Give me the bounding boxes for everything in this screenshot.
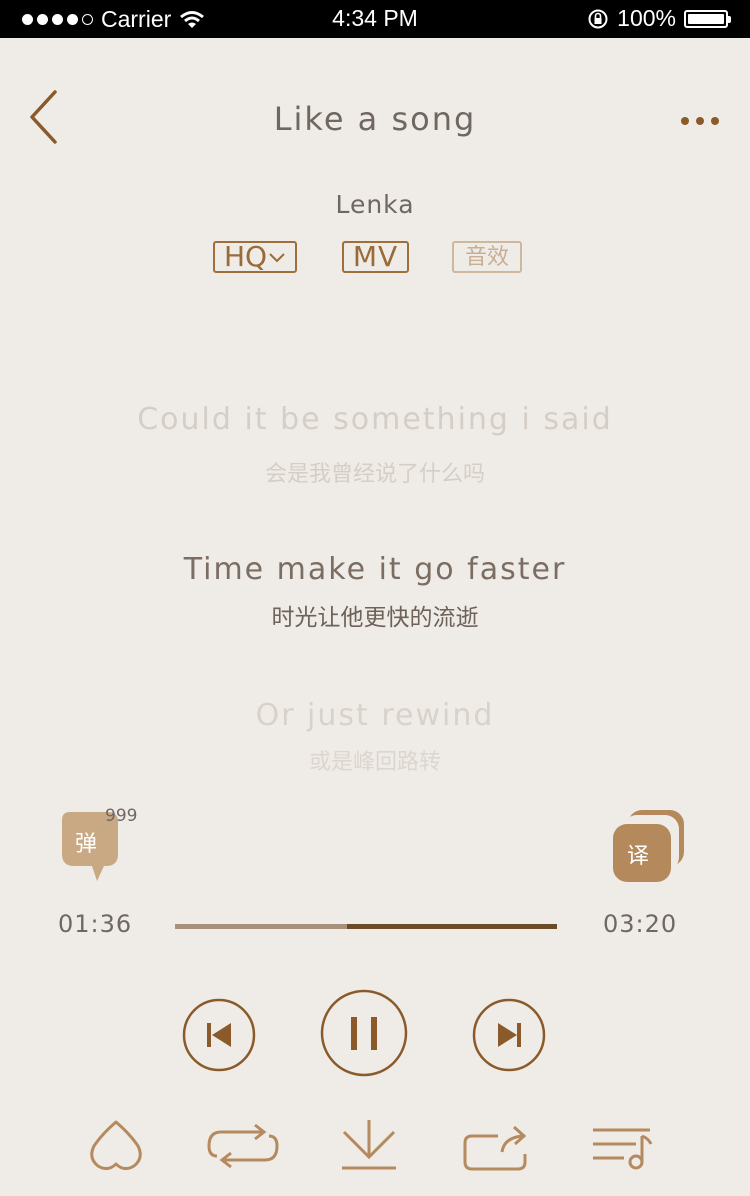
translate-label: 译 <box>626 844 649 869</box>
more-dots-icon[interactable] <box>678 106 722 136</box>
lyric-line-previous-en: Could it be something i said <box>137 402 613 437</box>
share-icon[interactable] <box>462 1116 530 1176</box>
artist-name[interactable]: Lenka <box>0 190 750 219</box>
repeat-icon[interactable] <box>205 1116 281 1176</box>
song-title: Like a song <box>273 100 477 138</box>
lyric-line-current-en: Time make it go faster <box>183 552 567 587</box>
mv-button[interactable]: MV <box>342 241 409 273</box>
hq-quality-button[interactable]: HQ <box>213 241 297 273</box>
pause-icon[interactable] <box>319 988 409 1078</box>
lyric-line-next-en: Or just rewind <box>255 698 495 733</box>
status-bar: Carrier 4:34 PM 100% <box>0 0 750 38</box>
battery-percent: 100% <box>617 5 676 31</box>
previous-icon[interactable] <box>181 997 257 1073</box>
battery-icon <box>684 9 731 28</box>
next-icon[interactable] <box>471 997 547 1073</box>
lyric-line-previous-cn: 会是我曾经说了什么吗 <box>264 462 485 487</box>
download-icon[interactable] <box>338 1116 400 1176</box>
orientation-lock-icon <box>588 9 608 28</box>
hq-label: HQ <box>223 240 268 273</box>
progress-played <box>175 924 347 929</box>
danmu-count-badge: 999 <box>105 806 138 826</box>
current-time: 01:36 <box>58 910 133 938</box>
lyric-line-current-cn: 时光让他更快的流逝 <box>271 605 479 631</box>
lyric-line-next-cn: 或是峰回路转 <box>308 750 441 775</box>
total-time: 03:20 <box>603 910 678 938</box>
progress-slider[interactable] <box>175 924 557 929</box>
playlist-icon[interactable] <box>590 1116 656 1176</box>
sound-effect-button[interactable]: 音效 <box>452 241 522 273</box>
danmu-label: 弹 <box>74 832 97 857</box>
chevron-down-icon <box>269 253 285 263</box>
like-heart-icon[interactable] <box>86 1116 146 1176</box>
